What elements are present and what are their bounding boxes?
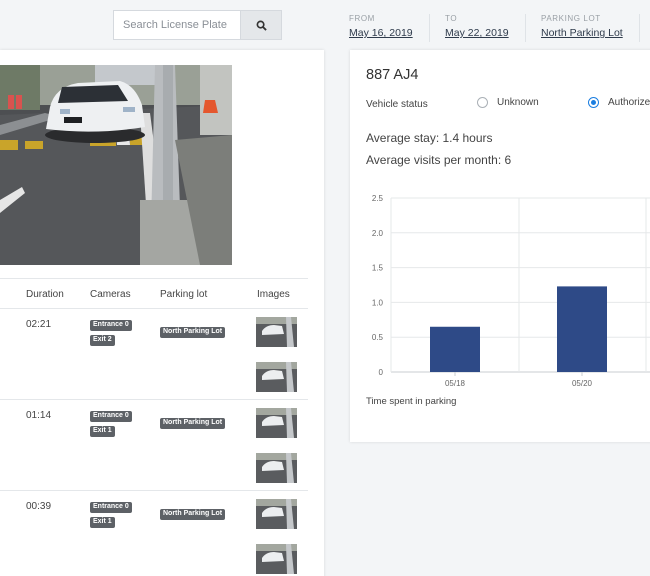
filter-from-value[interactable]: May 16, 2019 [349,27,413,39]
col-parking-lot: Parking lot [160,289,208,300]
filter-from-label: FROM [349,14,375,23]
row-duration: 00:39 [26,501,52,512]
filter-to-label: TO [445,14,458,23]
status-radio-authorized[interactable]: Authorized [588,97,650,108]
y-tick-label: 2.0 [372,229,384,238]
y-tick-label: 2.5 [372,194,384,203]
image-thumbnail[interactable] [256,544,297,574]
radio-circle[interactable] [477,97,488,108]
lot-tag: North Parking Lot [160,509,226,520]
average-visits: Average visits per month: 6 [366,153,512,167]
radio-label-unknown: Unknown [497,97,539,108]
image-thumbnail[interactable] [256,362,297,392]
bar [557,286,607,372]
row-parking-lot: North Parking Lot [160,502,226,520]
x-tick-label: 05/18 [445,379,466,388]
row-duration: 02:21 [26,319,52,330]
table-header: Duration Cameras Parking lot Images [0,278,308,309]
image-thumbnail[interactable] [256,499,297,529]
camera-tag: Exit 1 [90,426,115,437]
y-tick-label: 0.5 [372,333,384,342]
lot-tag: North Parking Lot [160,418,226,429]
row-parking-lot: North Parking Lot [160,411,226,429]
vehicle-snapshot[interactable] [0,65,232,265]
search-icon [256,20,267,31]
table-row[interactable]: 01:14 Entrance 0 Exit 1 North Parking Lo… [0,400,308,491]
col-images: Images [257,289,290,300]
col-cameras: Cameras [90,289,131,300]
filter-from: FROM May 16, 2019 [349,14,430,42]
image-thumbnail[interactable] [256,317,297,347]
table-row[interactable]: 02:21 Entrance 0 Exit 2 North Parking Lo… [0,309,308,400]
y-tick-label: 1.5 [372,264,384,273]
vehicle-detail-card: 887 AJ4 Vehicle status Unknown Authorize… [350,50,650,442]
filter-to-value[interactable]: May 22, 2019 [445,27,509,39]
bar [430,326,480,372]
search-input[interactable] [113,10,240,40]
row-cameras: Entrance 0 Exit 2 [90,320,132,350]
row-duration: 01:14 [26,410,52,421]
vehicle-status-label: Vehicle status [366,99,428,110]
y-tick-label: 0 [379,368,384,377]
search-button[interactable] [240,10,282,40]
filter-lot-label: PARKING LOT [541,14,601,23]
chart-caption: Time spent in parking [366,396,457,407]
search-bar [113,10,282,40]
x-tick-label: 05/20 [572,379,593,388]
image-thumbnail[interactable] [256,408,297,438]
average-stay: Average stay: 1.4 hours [366,131,493,145]
time-spent-chart: 0 0.5 1.0 1.5 2.0 2.5 05/18 05/20 [372,194,650,388]
filter-lot-value[interactable]: North Parking Lot [541,27,623,39]
col-duration: Duration [26,289,64,300]
camera-tag: Entrance 0 [90,320,132,331]
row-cameras: Entrance 0 Exit 1 [90,502,132,532]
camera-tag: Entrance 0 [90,411,132,422]
camera-tag: Exit 2 [90,335,115,346]
page: FROM May 16, 2019 TO May 22, 2019 PARKIN… [0,0,650,576]
filter-to: TO May 22, 2019 [445,14,526,42]
status-radio-unknown[interactable]: Unknown [477,97,539,108]
table-row[interactable]: 00:39 Entrance 0 Exit 1 North Parking Lo… [0,491,308,576]
filter-parking-lot: PARKING LOT North Parking Lot [541,14,640,42]
image-thumbnail[interactable] [256,453,297,483]
camera-tag: Exit 1 [90,517,115,528]
y-tick-label: 1.0 [372,298,384,307]
radio-circle-selected[interactable] [588,97,599,108]
license-plate-title: 887 AJ4 [366,67,419,83]
camera-tag: Entrance 0 [90,502,132,513]
row-parking-lot: North Parking Lot [160,320,226,338]
visits-card: Duration Cameras Parking lot Images 02:2… [0,50,324,576]
row-cameras: Entrance 0 Exit 1 [90,411,132,441]
radio-label-authorized: Authorized [608,97,650,108]
lot-tag: North Parking Lot [160,327,226,338]
